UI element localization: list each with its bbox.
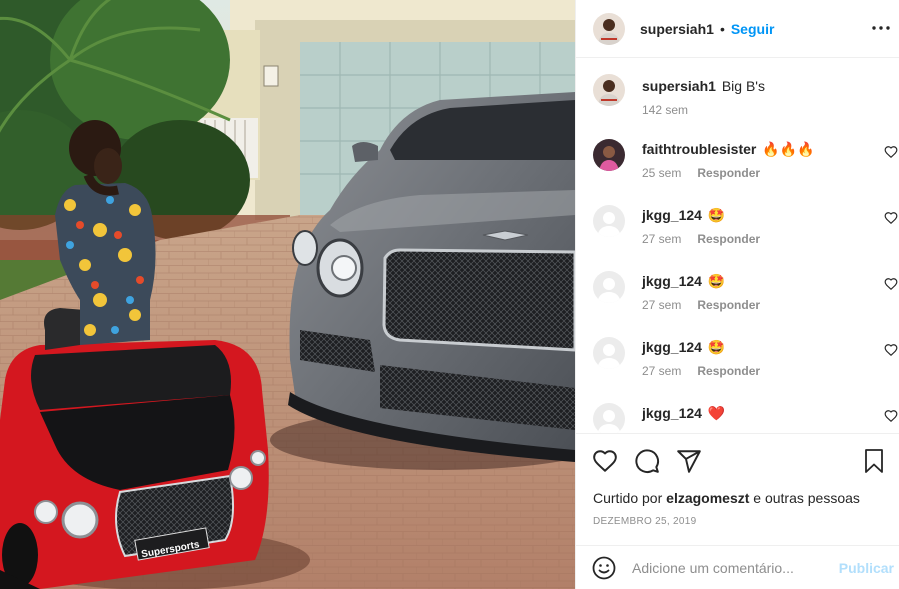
post-header: supersiah1 • Seguir xyxy=(576,0,899,58)
header-separator: • xyxy=(719,20,725,37)
post-actions: Curtido por elzagomeszt e outras pessoas… xyxy=(576,433,899,545)
likes-prefix: Curtido por xyxy=(593,490,663,506)
bookmark-icon[interactable] xyxy=(862,448,886,474)
comments-list[interactable]: supersiah1 Big B's 142 sem faithtroubles… xyxy=(576,59,899,433)
default-avatar-icon[interactable] xyxy=(593,337,625,369)
comment-username[interactable]: jkgg_124 xyxy=(642,273,702,289)
likes-suffix[interactable]: e outras pessoas xyxy=(753,490,860,506)
comment-age[interactable]: 27 sem xyxy=(642,364,681,378)
comment-username[interactable]: faithtroublesister xyxy=(642,141,756,157)
send-icon[interactable] xyxy=(676,448,702,474)
comment-text: ❤️ xyxy=(707,405,726,421)
post-image[interactable]: Supersports xyxy=(0,0,575,589)
comment-username[interactable]: jkgg_124 xyxy=(642,339,702,355)
caption-avatar[interactable] xyxy=(593,74,625,106)
default-avatar-icon[interactable] xyxy=(593,271,625,303)
comment-age[interactable]: 27 sem xyxy=(642,298,681,312)
publish-button[interactable]: Publicar xyxy=(839,560,894,576)
comment-item: jkgg_124 ❤️ xyxy=(593,403,898,433)
comment-username[interactable]: jkgg_124 xyxy=(642,207,702,223)
comment-like-heart-icon[interactable] xyxy=(884,211,898,225)
comment-text: 🤩 xyxy=(707,207,726,223)
reply-button[interactable]: Responder xyxy=(697,232,760,246)
post-date[interactable]: Dezembro 25, 2019 xyxy=(593,516,696,527)
comment-item: jkgg_124 🤩 27 sem Responder xyxy=(593,337,898,378)
likes-user[interactable]: elzagomeszt xyxy=(666,490,749,506)
comment-like-heart-icon[interactable] xyxy=(884,409,898,423)
post-photo: Supersports xyxy=(0,0,575,589)
comment-text: 🤩 xyxy=(707,273,726,289)
default-avatar-icon[interactable] xyxy=(593,205,625,237)
comment-item: jkgg_124 🤩 27 sem Responder xyxy=(593,205,898,246)
caption-text: Big B's xyxy=(721,78,765,94)
default-avatar-icon[interactable] xyxy=(593,403,625,433)
comment-icon[interactable] xyxy=(634,448,660,474)
author-avatar[interactable] xyxy=(593,12,625,45)
comment-text: 🔥🔥🔥 xyxy=(762,141,815,157)
comment-text: 🤩 xyxy=(707,339,726,355)
comment-age[interactable]: 27 sem xyxy=(642,232,681,246)
comment-like-heart-icon[interactable] xyxy=(884,343,898,357)
comment-like-heart-icon[interactable] xyxy=(884,277,898,291)
likes-summary: Curtido por elzagomeszt e outras pessoas xyxy=(593,490,860,506)
comment-input[interactable] xyxy=(632,559,832,576)
smiley-icon[interactable] xyxy=(592,556,616,580)
comment-like-heart-icon[interactable] xyxy=(884,145,898,159)
comment-age[interactable]: 25 sem xyxy=(642,166,681,180)
add-comment-bar: Publicar xyxy=(576,545,899,589)
reply-button[interactable]: Responder xyxy=(697,364,760,378)
heart-icon[interactable] xyxy=(592,448,618,474)
caption-username[interactable]: supersiah1 xyxy=(642,78,716,94)
commenter-avatar[interactable] xyxy=(593,139,625,171)
post-detail-panel: supersiah1 • Seguir supersiah1 Big B's 1… xyxy=(575,0,899,589)
follow-button[interactable]: Seguir xyxy=(731,21,775,37)
comment-username[interactable]: jkgg_124 xyxy=(642,405,702,421)
author-username[interactable]: supersiah1 xyxy=(640,21,714,37)
reply-button[interactable]: Responder xyxy=(697,298,760,312)
reply-button[interactable]: Responder xyxy=(697,166,760,180)
comment-item: jkgg_124 🤩 27 sem Responder xyxy=(593,271,898,312)
more-horizontal-icon[interactable] xyxy=(871,18,891,38)
caption-age[interactable]: 142 sem xyxy=(642,103,688,117)
